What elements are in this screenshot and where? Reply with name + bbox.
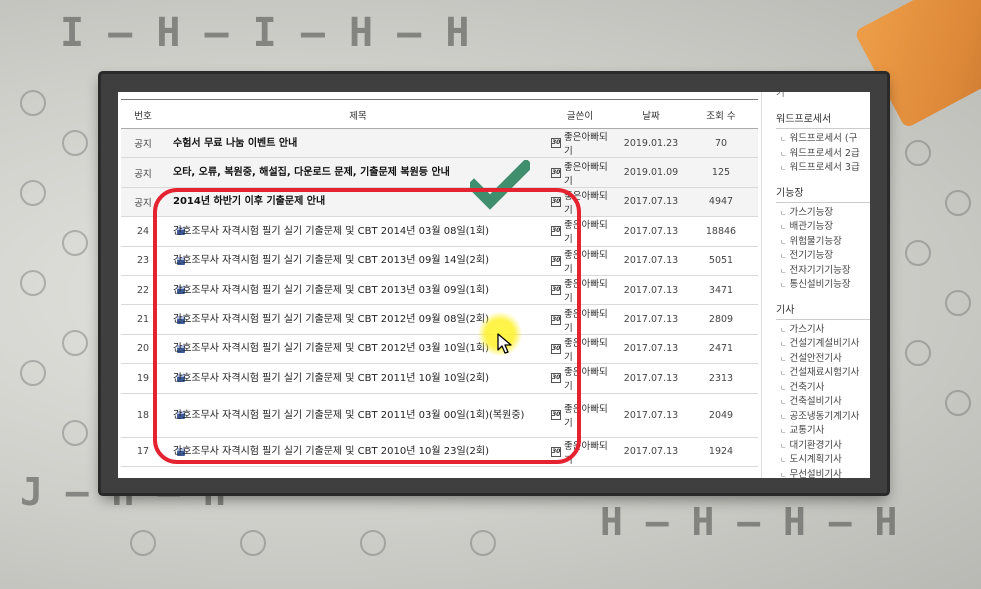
post-date: 2017.07.13 (623, 343, 679, 355)
author-name[interactable]: 30 좋은아빠되기 (545, 129, 615, 157)
sidebar-group-title[interactable]: 기사 (776, 299, 870, 320)
sidebar-item[interactable]: 건축기사 (776, 381, 870, 396)
sidebar-item[interactable]: 통신설비기능장 (776, 278, 870, 293)
sidebar-group-title[interactable]: 워드프로세서 (776, 108, 870, 129)
post-date: 2017.07.13 (623, 284, 679, 296)
sidebar-item[interactable]: 전기기능장 (776, 249, 870, 264)
row-num: 공지 (134, 168, 152, 180)
header-title[interactable]: 제목 (173, 100, 543, 130)
post-views: 2809 (708, 314, 734, 326)
post-views: 2313 (708, 372, 734, 384)
sidebar-group: 기능장가스기능장배관기능장위험물기능장전기기능장전자기기기능장통신설비기능장 (776, 182, 870, 293)
post-title-text[interactable]: 수험서 무료 나눔 이벤트 안내 (173, 129, 297, 157)
mouse-pointer-icon (497, 333, 512, 354)
post-views: 5051 (708, 255, 734, 267)
author-name[interactable]: 30 좋은아빠되기 (545, 158, 615, 187)
notice-row[interactable]: 공지 오타, 오류, 복원중, 해설집, 다운로드 문제, 기출문제 복원등 안내… (121, 158, 758, 188)
header-views[interactable]: 조회 수 (691, 100, 751, 130)
sidebar-item[interactable]: 워드프로세서 2급 (776, 147, 870, 162)
category-sidebar: 기 워드프로세서워드프로세서 (구워드프로세서 2급워드프로세서 3급기능장가스… (761, 92, 870, 478)
member-level-icon: 30 (551, 167, 561, 178)
background-marks: H — H — H — H (600, 500, 898, 544)
post-date: 2017.07.13 (623, 225, 679, 237)
sidebar-item[interactable]: 대기환경기사 (776, 439, 870, 454)
sidebar-item[interactable]: 전자기기기능장 (776, 264, 870, 279)
post-date: 2017.07.13 (623, 409, 679, 421)
sidebar-item[interactable]: 도시계획기사 (776, 453, 870, 468)
header-date[interactable]: 날짜 (621, 100, 681, 130)
author-text: 좋은아빠되기 (564, 132, 608, 158)
sidebar-cut-text: 기 (776, 92, 785, 99)
post-date: 2017.07.13 (623, 372, 679, 384)
sidebar-item[interactable]: 교통기사 (776, 424, 870, 439)
sidebar-item[interactable]: 위험물기능장 (776, 235, 870, 250)
post-views: 2049 (708, 409, 734, 421)
sidebar-item[interactable]: 가스기능장 (776, 206, 870, 221)
post-title-text[interactable]: 오타, 오류, 복원중, 해설집, 다운로드 문제, 기출문제 복원등 안내 (173, 158, 450, 186)
post-views: 70 (714, 137, 728, 149)
post-title-link[interactable]: 수험서 무료 나눔 이벤트 안내 (173, 129, 543, 157)
sidebar-item[interactable]: 건설안전기사 (776, 352, 870, 367)
post-views: 4947 (708, 196, 734, 208)
post-views: 1924 (708, 446, 734, 458)
sidebar-item[interactable]: 워드프로세서 3급 (776, 161, 870, 176)
post-views: 3471 (708, 284, 734, 296)
author-text: 좋은아빠되기 (564, 161, 608, 187)
sidebar-group-title[interactable]: 기능장 (776, 182, 870, 203)
post-views: 18846 (705, 225, 737, 237)
member-level-icon: 30 (551, 138, 561, 149)
post-date: 2019.01.23 (623, 137, 679, 149)
sidebar-item[interactable]: 건축설비기사 (776, 395, 870, 410)
post-views: 125 (711, 167, 731, 179)
background-marks: I — H — I — H — H (60, 10, 470, 56)
header-num: 번호 (134, 111, 152, 122)
sidebar-item[interactable]: 배관기능장 (776, 220, 870, 235)
post-date: 2017.07.13 (623, 314, 679, 326)
sidebar-item[interactable]: 건설재료시험기사 (776, 366, 870, 381)
notice-row[interactable]: 공지 수험서 무료 나눔 이벤트 안내 30 좋은아빠되기 2019.01.23 70 (121, 129, 758, 159)
sidebar-item[interactable]: 공조냉동기계기사 (776, 410, 870, 425)
sidebar-item[interactable]: 워드프로세서 (구 (776, 132, 870, 147)
post-date: 2017.07.13 (623, 196, 679, 208)
post-date: 2017.07.13 (623, 255, 679, 267)
sidebar-item[interactable]: 건설기계설비기사 (776, 337, 870, 352)
post-date: 2019.01.09 (623, 167, 679, 179)
sidebar-group: 기사가스기사건설기계설비기사건설안전기사건설재료시험기사건축기사건축설비기사공조… (776, 299, 870, 479)
sidebar-group: 워드프로세서워드프로세서 (구워드프로세서 2급워드프로세서 3급 (776, 108, 870, 176)
header-author[interactable]: 글쓴이 (545, 100, 615, 130)
post-views: 2471 (708, 343, 734, 355)
row-num: 공지 (134, 139, 152, 151)
table-header: 번호 제목 글쓴이 날짜 조회 수 (121, 99, 758, 129)
sidebar-item[interactable]: 무선설비기사 (776, 468, 870, 479)
sidebar-item[interactable]: 가스기사 (776, 323, 870, 338)
post-date: 2017.07.13 (623, 446, 679, 458)
